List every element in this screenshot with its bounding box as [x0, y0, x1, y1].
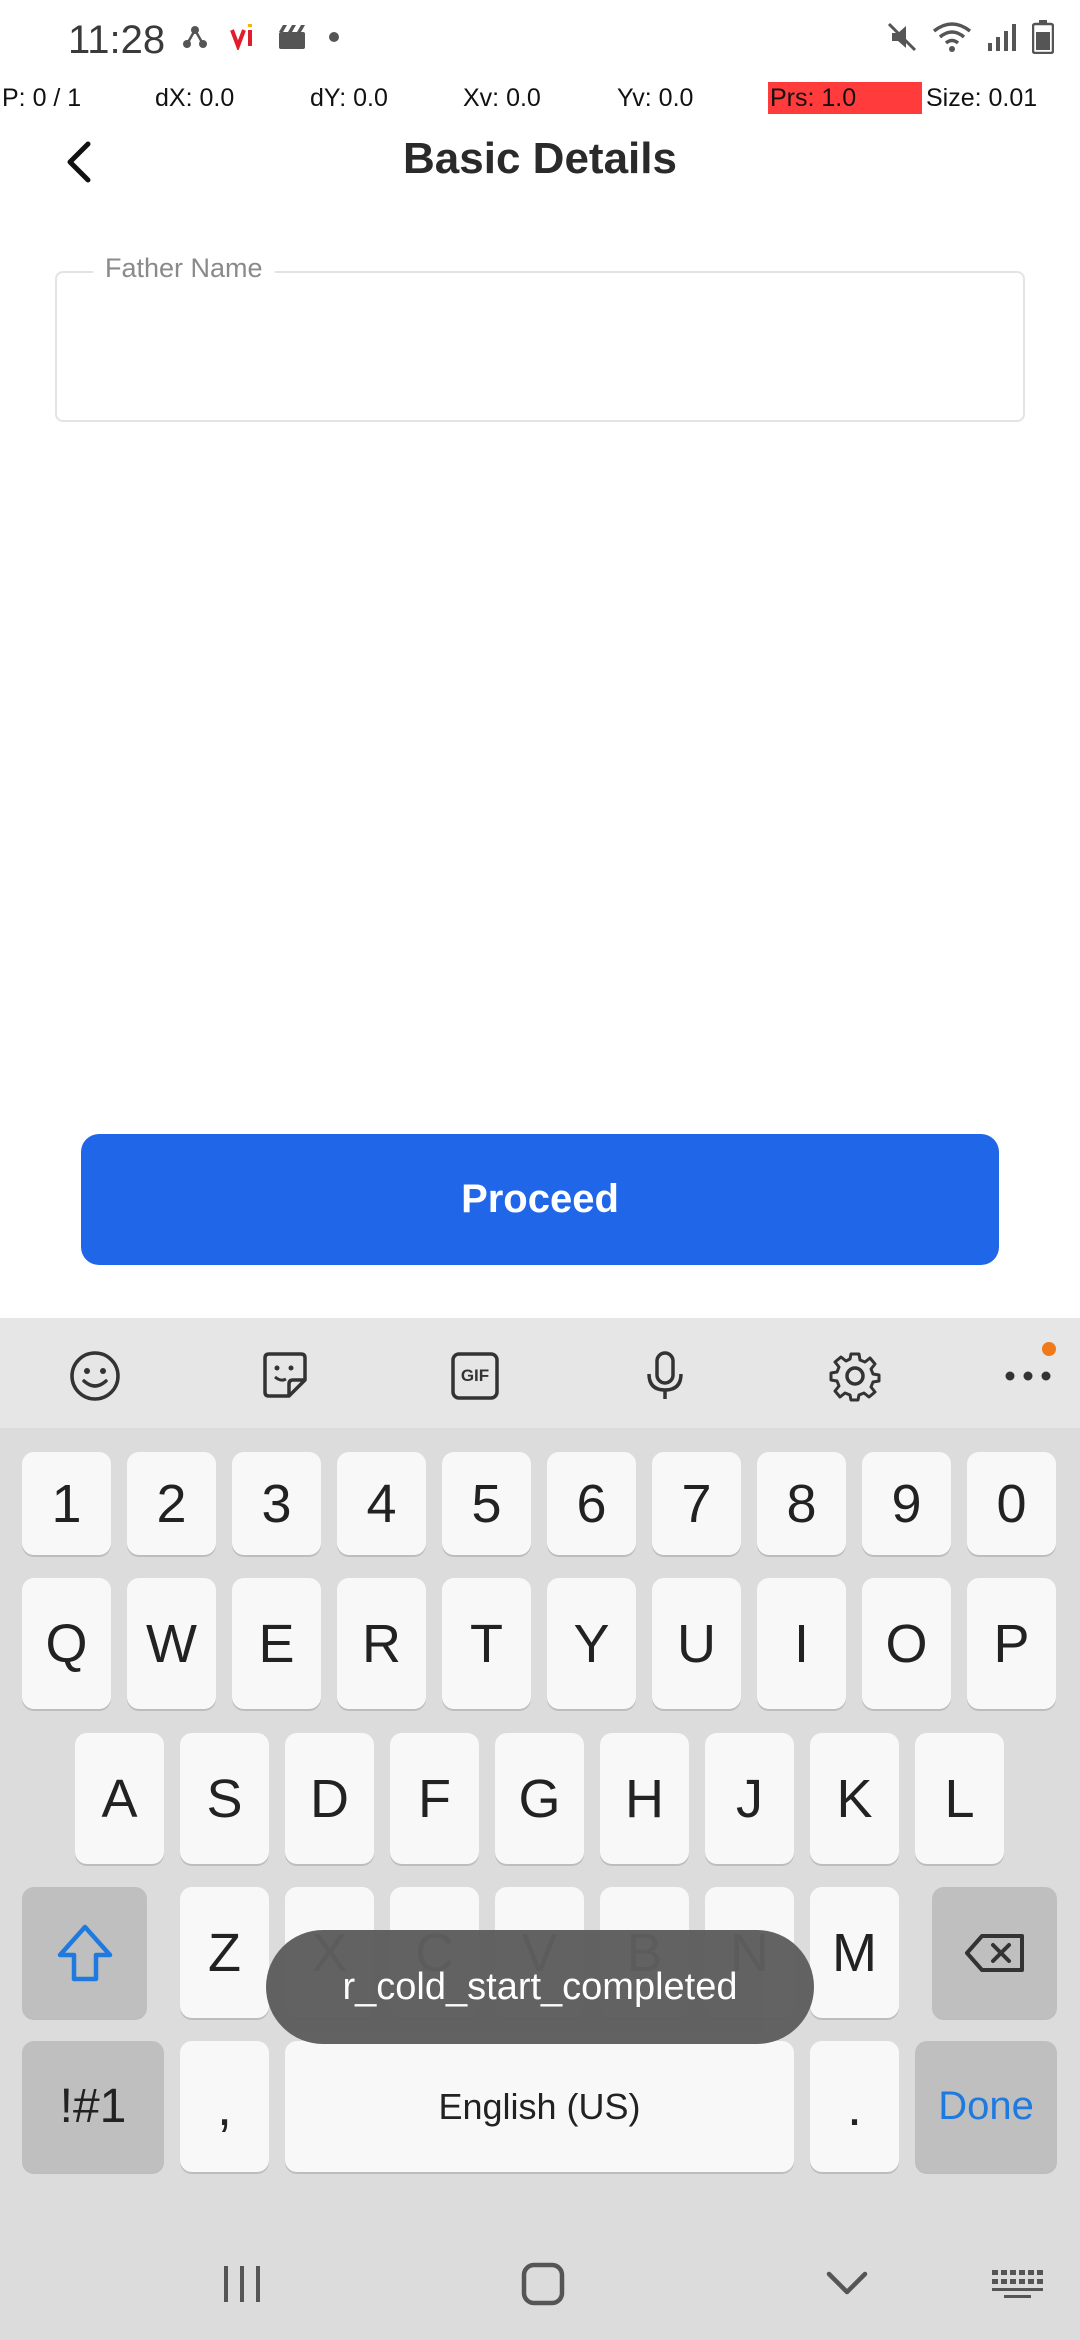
key-3[interactable]: 3	[232, 1452, 321, 1555]
key-f[interactable]: F	[390, 1733, 479, 1864]
key-q[interactable]: Q	[22, 1578, 111, 1709]
key-5[interactable]: 5	[442, 1452, 531, 1555]
settings-gear-icon[interactable]	[827, 1348, 883, 1404]
key-d[interactable]: D	[285, 1733, 374, 1864]
proceed-button[interactable]: Proceed	[81, 1134, 999, 1265]
sticker-icon[interactable]	[257, 1348, 313, 1404]
dot-icon	[328, 31, 340, 43]
key-u[interactable]: U	[652, 1578, 741, 1709]
father-name-field[interactable]: Father Name	[55, 253, 1025, 422]
soft-keyboard: GIF 1 2 3 4 5 6 7 8 9 0 Q W E R T Y U I …	[0, 1318, 1080, 2340]
comma-key[interactable]: ,	[180, 2041, 269, 2172]
notification-dot	[1042, 1342, 1056, 1356]
key-l[interactable]: L	[915, 1733, 1004, 1864]
key-a[interactable]: A	[75, 1733, 164, 1864]
key-r[interactable]: R	[337, 1578, 426, 1709]
pointer-size: Size: 0.01	[926, 84, 1038, 112]
shift-arrow-icon	[57, 1924, 112, 1981]
signal-icon	[986, 21, 1018, 58]
key-7[interactable]: 7	[652, 1452, 741, 1555]
navigation-bar	[0, 2226, 1080, 2340]
app-header: Basic Details	[0, 120, 1080, 206]
key-k[interactable]: K	[810, 1733, 899, 1864]
back-down-icon[interactable]	[812, 2254, 882, 2314]
backspace-icon	[964, 1933, 1024, 1972]
period-key[interactable]: .	[810, 2041, 899, 2172]
recents-icon[interactable]	[207, 2254, 277, 2314]
key-8[interactable]: 8	[757, 1452, 846, 1555]
gif-label: GIF	[460, 1366, 490, 1385]
key-s[interactable]: S	[180, 1733, 269, 1864]
mute-icon	[886, 21, 918, 58]
key-g[interactable]: G	[495, 1733, 584, 1864]
key-6[interactable]: 6	[547, 1452, 636, 1555]
key-z[interactable]: Z	[180, 1887, 269, 2018]
battery-icon	[1031, 20, 1055, 59]
key-y[interactable]: Y	[547, 1578, 636, 1709]
gif-icon[interactable]: GIF	[447, 1348, 503, 1404]
key-9[interactable]: 9	[862, 1452, 951, 1555]
key-0[interactable]: 0	[967, 1452, 1056, 1555]
share-network-icon	[182, 24, 208, 50]
pointer-count: P: 0 / 1	[2, 84, 82, 112]
pointer-xv: Xv: 0.0	[463, 84, 541, 112]
pointer-dx: dX: 0.0	[155, 84, 235, 112]
symbols-key[interactable]: !#1	[22, 2041, 164, 2172]
microphone-icon[interactable]	[637, 1348, 693, 1404]
pointer-location-overlay: P: 0 / 1 dX: 0.0 dY: 0.0 Xv: 0.0 Yv: 0.0…	[0, 82, 1080, 116]
home-icon[interactable]	[508, 2254, 578, 2314]
key-m[interactable]: M	[810, 1887, 899, 2018]
key-2[interactable]: 2	[127, 1452, 216, 1555]
key-4[interactable]: 4	[337, 1452, 426, 1555]
vi-app-icon	[230, 24, 256, 50]
done-key[interactable]: Done	[915, 2041, 1057, 2172]
key-j[interactable]: J	[705, 1733, 794, 1864]
key-1[interactable]: 1	[22, 1452, 111, 1555]
space-key[interactable]: English (US)	[285, 2041, 794, 2172]
father-name-label: Father Name	[93, 253, 275, 284]
status-bar: 11:28	[0, 0, 1080, 84]
toast-message: r_cold_start_completed	[266, 1930, 814, 2044]
status-time: 11:28	[68, 18, 166, 62]
more-icon[interactable]	[1000, 1342, 1056, 1404]
pointer-dy: dY: 0.0	[310, 84, 388, 112]
key-e[interactable]: E	[232, 1578, 321, 1709]
shift-key[interactable]	[22, 1887, 147, 2018]
status-right-icons	[886, 20, 1055, 59]
wifi-icon	[932, 21, 972, 58]
keyboard-toolbar: GIF	[0, 1318, 1080, 1428]
father-name-input[interactable]	[87, 313, 987, 383]
page-title: Basic Details	[403, 134, 677, 183]
key-p[interactable]: P	[967, 1578, 1056, 1709]
backspace-key[interactable]	[932, 1887, 1057, 2018]
key-w[interactable]: W	[127, 1578, 216, 1709]
emoji-icon[interactable]	[67, 1348, 123, 1404]
pointer-pressure: Prs: 1.0	[770, 84, 857, 112]
status-left-icons	[182, 24, 340, 50]
pointer-yv: Yv: 0.0	[617, 84, 694, 112]
key-t[interactable]: T	[442, 1578, 531, 1709]
keyboard-switch-icon[interactable]	[983, 2254, 1053, 2314]
key-o[interactable]: O	[862, 1578, 951, 1709]
key-h[interactable]: H	[600, 1733, 689, 1864]
key-i[interactable]: I	[757, 1578, 846, 1709]
clapper-icon	[278, 24, 306, 50]
